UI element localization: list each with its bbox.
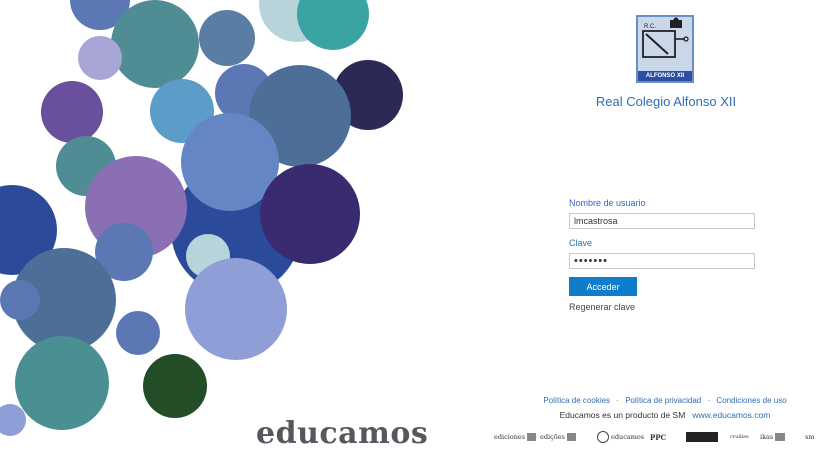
partner-logo-ediciones: ediciones (494, 430, 537, 444)
school-crest-logo: R.C. ALFONSO XII (636, 15, 694, 83)
partner-logos: ediciones edições educamos PPC cruilles … (494, 430, 820, 446)
website-link[interactable]: www.educamos.com (692, 410, 770, 420)
product-text: Educamos es un producto de SM (559, 410, 686, 420)
privacy-policy-link[interactable]: Política de privacidad (625, 396, 701, 405)
bubble (116, 311, 160, 355)
partner-logo-cruilles: cruilles (730, 434, 749, 440)
crest-top-text: R.C. (644, 24, 656, 30)
crest-bottom-text: ALFONSO XII (638, 71, 692, 81)
bubble (15, 336, 109, 430)
regenerate-password-link[interactable]: Regenerar clave (569, 302, 755, 312)
crest-icon: R.C. (642, 17, 689, 58)
footer-separator: · (707, 396, 711, 405)
partner-logo-edicoes: edições (540, 430, 576, 444)
decorative-bubble-art (0, 0, 420, 449)
partner-logo-educamos: educamos (597, 430, 644, 444)
partner-logo-dark (686, 430, 718, 444)
bubble (41, 81, 103, 143)
bubble (199, 10, 255, 66)
login-button[interactable]: Acceder (569, 277, 637, 296)
bubble (111, 0, 199, 88)
password-input[interactable] (569, 253, 755, 269)
bubble (260, 164, 360, 264)
footer-product-line: Educamos es un producto de SM www.educam… (532, 410, 798, 420)
footer-separator: · (616, 396, 619, 405)
bubble (78, 36, 122, 80)
bubble (143, 354, 207, 418)
partner-logo-ikas: ikas (760, 430, 786, 444)
username-input[interactable] (569, 213, 755, 229)
bubble (0, 404, 26, 436)
cookie-policy-link[interactable]: Política de cookies (543, 396, 610, 405)
login-form: Nombre de usuario Clave Acceder Regenera… (569, 198, 755, 312)
password-label: Clave (569, 238, 593, 248)
footer-links: Política de cookies · Política de privac… (532, 396, 798, 405)
bubble (185, 258, 287, 360)
username-label: Nombre de usuario (569, 198, 646, 208)
bubble (297, 0, 369, 50)
partner-logo-sm: sm (805, 433, 815, 441)
terms-of-use-link[interactable]: Condiciones de uso (716, 396, 786, 405)
school-name: Real Colegio Alfonso XII (595, 94, 737, 109)
educamos-wordmark: educamos (256, 416, 429, 451)
bubble-illustration (0, 0, 403, 436)
bubble (0, 280, 40, 320)
partner-logo-ppc: PPC (650, 432, 667, 442)
